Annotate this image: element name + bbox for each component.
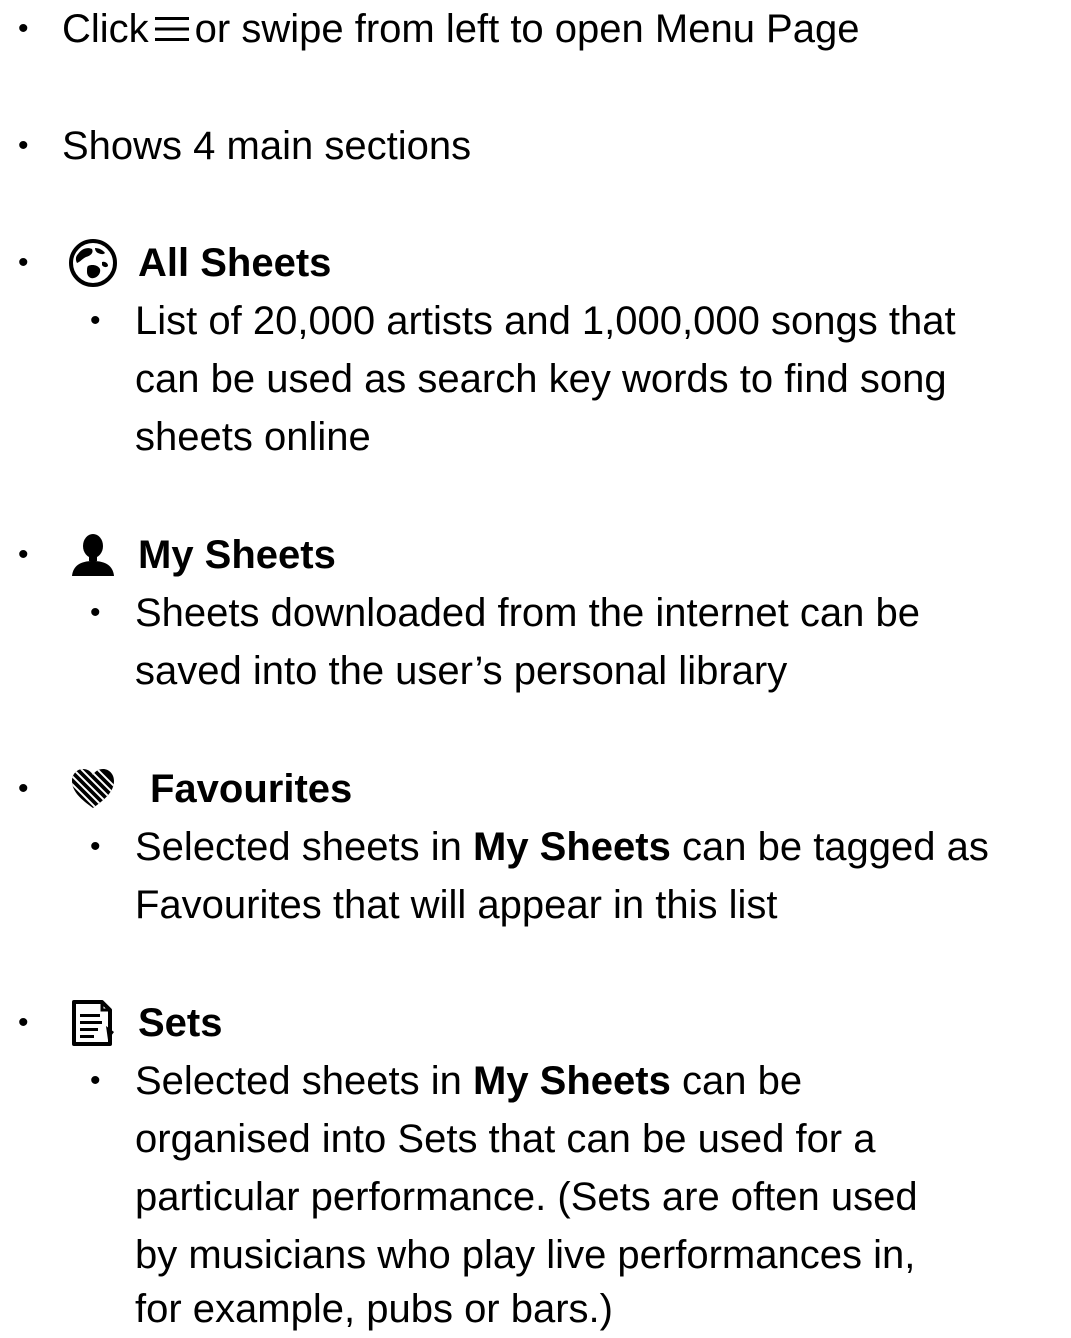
bullet: • [18,538,29,571]
my-sheets-desc-line-1: Sheets downloaded from the internet can … [135,591,920,635]
bullet: • [18,1006,29,1039]
heart-icon [68,764,118,814]
section-title-favourites: Favourites [150,767,353,811]
document-list-icon [68,998,118,1048]
favourites-desc-line-2: Favourites that will appear in this list [135,883,778,927]
sub-bullet: • [90,304,101,337]
person-icon [68,530,118,580]
my-sheets-desc-line-2: saved into the user’s personal library [135,649,788,693]
bullet: • [18,129,29,162]
sets-desc-line-4: by musicians who play live performances … [135,1233,916,1277]
section-title-my-sheets: My Sheets [138,533,336,577]
sub-bullet: • [90,830,101,863]
favourites-desc-text: Selected sheets in [135,825,462,869]
sets-desc-line-2: organised into Sets that can be used for… [135,1117,876,1161]
section-title-sets: Sets [138,1001,223,1045]
sets-desc-text: Selected sheets in [135,1059,462,1103]
sets-desc-text: can be [681,1059,803,1103]
sets-desc-line-1: Selected sheets in My Sheets can be [135,1052,802,1110]
intro-line-1-before: Click [62,7,149,51]
my-sheets-emphasis: My Sheets [473,825,671,869]
sets-desc-line-5: for example, pubs or bars.) [135,1287,613,1331]
my-sheets-emphasis: My Sheets [473,1059,671,1103]
favourites-desc-text: can be tagged as [681,825,989,869]
all-sheets-desc-line-1: List of 20,000 artists and 1,000,000 son… [135,299,956,343]
hamburger-menu-icon [153,14,191,44]
intro-line-2: Shows 4 main sections [62,124,472,168]
globe-icon [68,238,118,288]
intro-line-1-after: or swipe from left to open Menu Page [194,7,860,51]
intro-line-1: Click or swipe from left to open Menu Pag… [62,0,859,58]
sets-desc-line-3: particular performance. (Sets are often … [135,1175,918,1219]
bullet: • [18,772,29,805]
bullet: • [18,12,29,45]
bullet: • [18,246,29,279]
all-sheets-desc-line-3: sheets online [135,415,371,459]
sub-bullet: • [90,596,101,629]
favourites-desc-line-1: Selected sheets in My Sheets can be tagg… [135,818,989,876]
all-sheets-desc-line-2: can be used as search key words to find … [135,357,947,401]
sub-bullet: • [90,1064,101,1097]
section-title-all-sheets: All Sheets [138,241,332,285]
